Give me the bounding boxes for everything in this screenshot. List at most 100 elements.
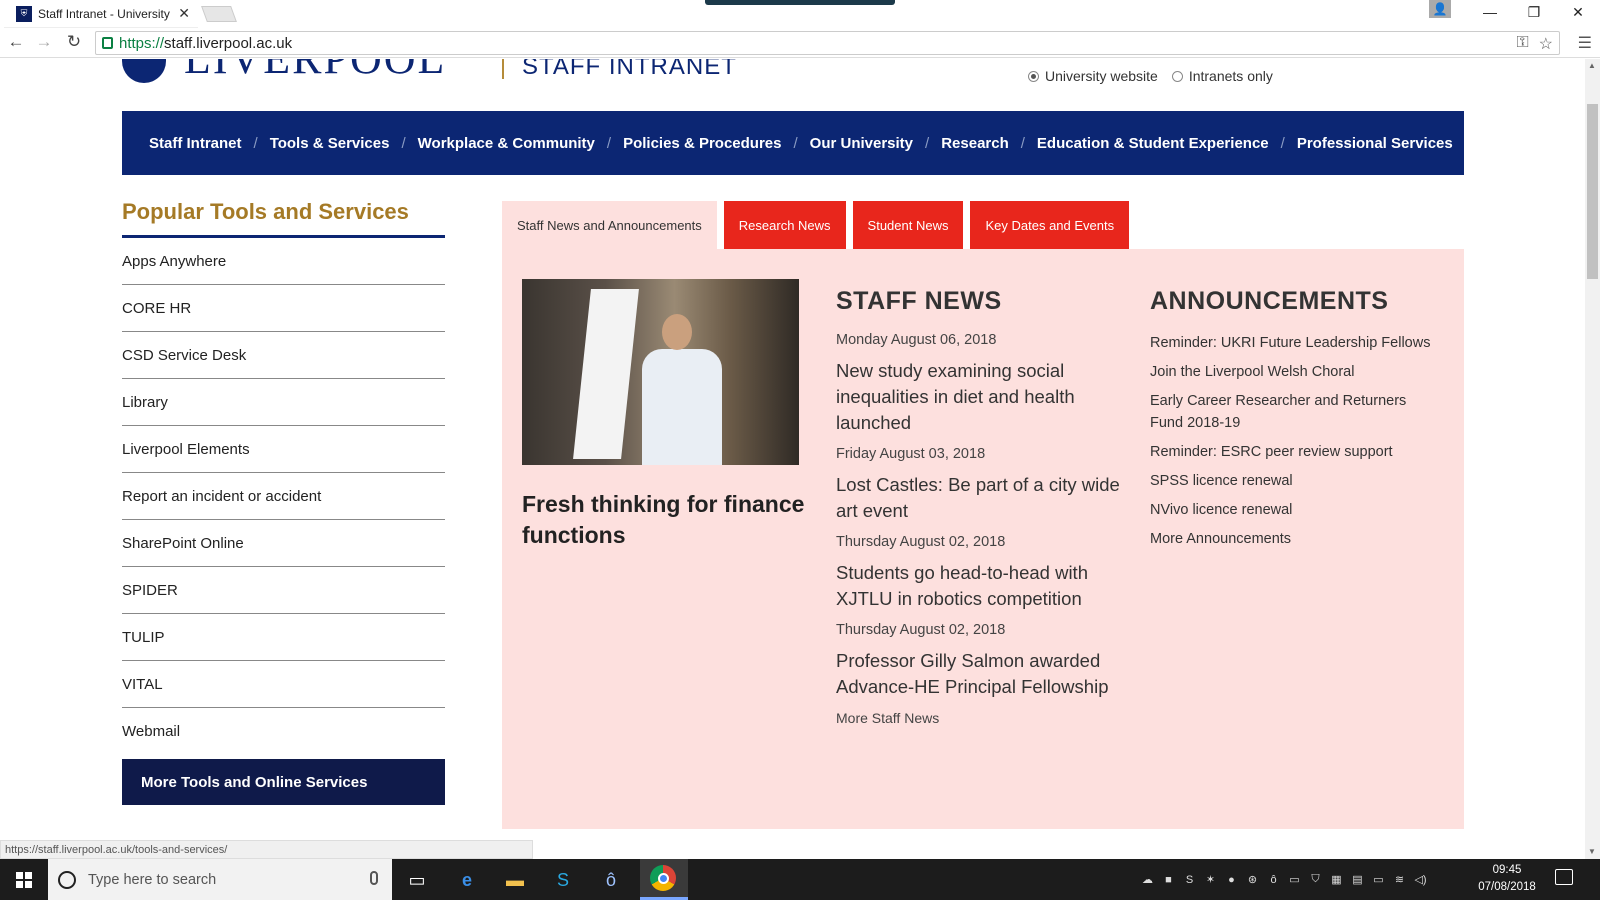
cortana-icon bbox=[58, 870, 76, 889]
taskbar-search-input[interactable]: Type here to search bbox=[48, 859, 392, 900]
main-navigation: Staff Intranet / Tools & Services / Workpl… bbox=[122, 111, 1464, 175]
announcements-column: ANNOUNCEMENTS Reminder: UKRI Future Lead… bbox=[1150, 287, 1440, 557]
nav-our-university[interactable]: Our University bbox=[810, 135, 913, 152]
news-link[interactable]: Lost Castles: Be part of a city wide art… bbox=[836, 472, 1126, 524]
nav-policies-procedures[interactable]: Policies & Procedures bbox=[623, 135, 781, 152]
sidebar-item-apps-anywhere[interactable]: Apps Anywhere bbox=[122, 238, 445, 285]
lock-icon bbox=[102, 37, 113, 49]
onedrive-icon[interactable]: ☁ bbox=[1140, 873, 1155, 886]
edge-icon[interactable]: e bbox=[452, 865, 482, 895]
address-toolbar: ← → ↻ https:// staff.liverpool.ac.uk ⚿ ☆… bbox=[0, 28, 1600, 58]
nav-separator: / bbox=[253, 134, 258, 152]
skype-tray-icon[interactable]: S bbox=[1182, 874, 1197, 886]
taskbar-clock[interactable]: 09:45 07/08/2018 bbox=[1472, 862, 1542, 896]
notification-center-icon[interactable] bbox=[1555, 869, 1573, 885]
news-link[interactable]: New study examining social inequalities … bbox=[836, 358, 1126, 436]
news-link[interactable]: Students go head-to-head with XJTLU in r… bbox=[836, 560, 1126, 612]
close-window-button[interactable]: ✕ bbox=[1558, 0, 1598, 24]
sidebar-item-library[interactable]: Library bbox=[122, 379, 445, 426]
radio-intranets-only[interactable]: Intranets only bbox=[1171, 68, 1273, 84]
tab-student-news[interactable]: Student News bbox=[852, 201, 964, 250]
radio-university-label: University website bbox=[1045, 68, 1158, 84]
nav-staff-intranet[interactable]: Staff Intranet bbox=[149, 135, 242, 152]
file-explorer-icon[interactable]: ▬ bbox=[500, 865, 530, 895]
nav-tools-services[interactable]: Tools & Services bbox=[270, 135, 390, 152]
restore-button[interactable]: ❐ bbox=[1514, 0, 1554, 24]
sidebar-item-csd-service-desk[interactable]: CSD Service Desk bbox=[122, 332, 445, 379]
skype-icon[interactable]: S bbox=[548, 865, 578, 895]
defender-icon[interactable]: ⛉ bbox=[1308, 873, 1323, 886]
news-panel: Fresh thinking for finance functions STA… bbox=[502, 249, 1464, 829]
sidebar-item-core-hr[interactable]: CORE HR bbox=[122, 285, 445, 332]
scroll-down-icon[interactable]: ▼ bbox=[1588, 847, 1596, 856]
announcement-link[interactable]: SPSS licence renewal bbox=[1150, 470, 1440, 492]
nav-workplace-community[interactable]: Workplace & Community bbox=[418, 135, 595, 152]
presenter-body-shape bbox=[642, 349, 722, 465]
browser-tab-title: Staff Intranet - University bbox=[38, 6, 170, 21]
more-announcements-link[interactable]: More Announcements bbox=[1150, 528, 1440, 550]
battery-app-icon[interactable]: ▭ bbox=[1287, 873, 1302, 886]
back-icon[interactable]: ← bbox=[6, 32, 26, 52]
new-tab-button[interactable] bbox=[201, 6, 237, 22]
minimize-button[interactable]: — bbox=[1470, 0, 1510, 24]
university-logo[interactable]: LIVERPOOL bbox=[122, 59, 446, 83]
sidebar-item-vital[interactable]: VITAL bbox=[122, 661, 445, 708]
sidebar-item-webmail[interactable]: Webmail bbox=[122, 708, 445, 755]
radio-unselected-icon bbox=[1171, 70, 1183, 82]
news-date: Thursday August 02, 2018 bbox=[836, 534, 1006, 550]
news-link[interactable]: Professor Gilly Salmon awarded Advance-H… bbox=[836, 648, 1126, 700]
scroll-up-icon[interactable]: ▲ bbox=[1588, 61, 1596, 70]
app-tray-icon[interactable]: ● bbox=[1224, 874, 1239, 886]
announcement-link[interactable]: NVivo licence renewal bbox=[1150, 499, 1440, 521]
nav-education-student-experience[interactable]: Education & Student Experience bbox=[1037, 135, 1269, 152]
network-icon[interactable]: ✶ bbox=[1203, 873, 1218, 886]
battery-icon[interactable]: ▭ bbox=[1371, 873, 1386, 886]
monitor-icon[interactable]: ▤ bbox=[1350, 873, 1365, 886]
tab-research-news[interactable]: Research News bbox=[723, 201, 846, 250]
browser-tab[interactable]: ⛨ Staff Intranet - University ✕ bbox=[4, 0, 198, 28]
tab-staff-news-announcements[interactable]: Staff News and Announcements bbox=[502, 201, 717, 250]
star-icon[interactable]: ☆ bbox=[1539, 34, 1553, 54]
wifi-icon[interactable]: ≋ bbox=[1392, 873, 1407, 886]
sidebar-item-tulip[interactable]: TULIP bbox=[122, 614, 445, 661]
feature-photo[interactable] bbox=[522, 279, 799, 465]
tab-close-icon[interactable]: ✕ bbox=[178, 5, 190, 22]
display-icon[interactable]: ▦ bbox=[1329, 873, 1344, 886]
skype-business-icon[interactable]: ⊛ bbox=[1245, 873, 1260, 886]
tab-key-dates-events[interactable]: Key Dates and Events bbox=[970, 201, 1130, 250]
volume-icon[interactable]: ◁) bbox=[1413, 873, 1428, 886]
url-bar[interactable]: https:// staff.liverpool.ac.uk ⚿ ☆ bbox=[95, 31, 1560, 55]
more-tools-button[interactable]: More Tools and Online Services bbox=[122, 759, 445, 805]
nav-research[interactable]: Research bbox=[941, 135, 1009, 152]
nav-separator: / bbox=[925, 134, 930, 152]
header-divider bbox=[502, 59, 504, 79]
radio-university-website[interactable]: University website bbox=[1028, 68, 1158, 84]
chrome-active-task[interactable] bbox=[640, 859, 688, 900]
announcement-link[interactable]: Join the Liverpool Welsh Choral bbox=[1150, 361, 1440, 383]
forward-icon[interactable]: → bbox=[34, 32, 54, 52]
clock-time: 09:45 bbox=[1492, 864, 1522, 876]
task-view-icon[interactable]: ▭ bbox=[402, 865, 432, 895]
sidebar-item-sharepoint-online[interactable]: SharePoint Online bbox=[122, 520, 445, 567]
camera-icon[interactable]: ■ bbox=[1161, 874, 1176, 886]
sidebar-item-report-incident[interactable]: Report an incident or accident bbox=[122, 473, 445, 520]
nav-professional-services[interactable]: Professional Services bbox=[1297, 135, 1453, 152]
sidebar-item-spider[interactable]: SPIDER bbox=[122, 567, 445, 614]
user-profile-icon[interactable]: 👤 bbox=[1429, 0, 1451, 18]
more-staff-news-link[interactable]: More Staff News bbox=[836, 710, 939, 726]
scrollbar-thumb[interactable] bbox=[1587, 104, 1598, 279]
app-icon[interactable]: ô bbox=[596, 865, 626, 895]
announcement-link[interactable]: Reminder: UKRI Future Leadership Fellows bbox=[1150, 332, 1440, 354]
announcement-link[interactable]: Early Career Researcher and Returners Fu… bbox=[1150, 390, 1440, 434]
sync-icon[interactable]: ô bbox=[1266, 874, 1281, 886]
search-scope-radios: University website Intranets only bbox=[1028, 68, 1273, 84]
key-icon[interactable]: ⚿ bbox=[1516, 34, 1528, 54]
feature-title-link[interactable]: Fresh thinking for finance functions bbox=[522, 489, 812, 551]
announcement-link[interactable]: Reminder: ESRC peer review support bbox=[1150, 441, 1440, 463]
microphone-icon[interactable] bbox=[370, 871, 378, 885]
sidebar-item-liverpool-elements[interactable]: Liverpool Elements bbox=[122, 426, 445, 473]
reload-icon[interactable]: ↻ bbox=[64, 32, 84, 52]
windows-start-icon[interactable] bbox=[0, 859, 48, 900]
page-scrollbar[interactable]: ▲ ▼ bbox=[1585, 59, 1600, 859]
menu-icon[interactable]: ☰ bbox=[1578, 33, 1592, 53]
